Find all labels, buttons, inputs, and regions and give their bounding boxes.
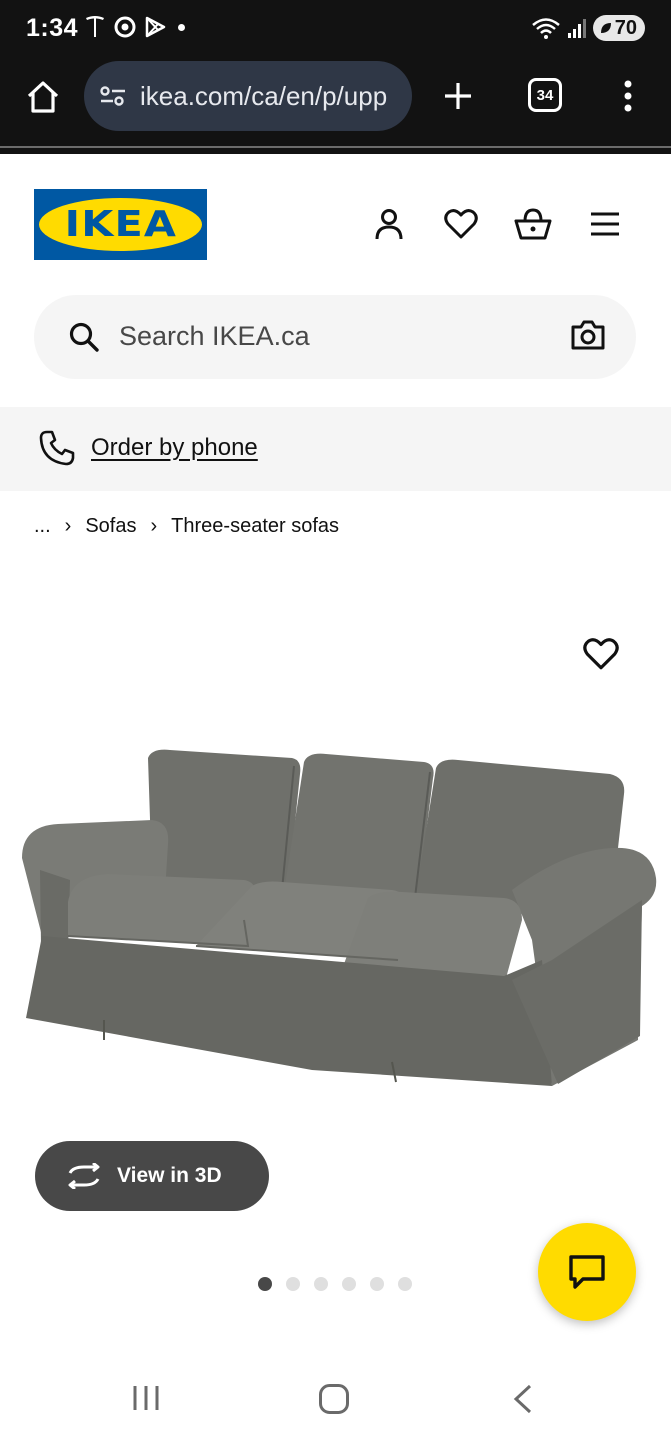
breadcrumb-item-sofas[interactable]: Sofas bbox=[85, 515, 136, 538]
new-tab-button[interactable] bbox=[438, 76, 478, 116]
order-by-phone-banner: Order by phone bbox=[0, 407, 671, 491]
carousel-dot[interactable] bbox=[398, 1277, 412, 1291]
carousel-dot[interactable] bbox=[370, 1277, 384, 1291]
carousel-dot[interactable] bbox=[342, 1277, 356, 1291]
logo-text: IKEA bbox=[64, 204, 177, 245]
address-bar[interactable]: ikea.com/ca/en/p/upp bbox=[84, 61, 412, 131]
order-by-phone-link[interactable]: Order by phone bbox=[91, 434, 258, 462]
account-button[interactable] bbox=[370, 205, 408, 243]
home-icon bbox=[27, 81, 59, 113]
phone-icon bbox=[39, 430, 75, 466]
recent-apps-icon[interactable] bbox=[131, 1384, 163, 1412]
more-notifications-dot bbox=[178, 23, 185, 31]
wifi-icon bbox=[531, 18, 560, 39]
back-nav-icon[interactable] bbox=[510, 1384, 536, 1414]
browser-menu-button[interactable] bbox=[612, 76, 644, 116]
ikea-logo[interactable]: IKEA bbox=[34, 189, 207, 260]
status-time: 1:34 bbox=[26, 14, 79, 42]
tab-switcher-button[interactable]: 34 bbox=[528, 78, 562, 112]
rotate-3d-icon bbox=[68, 1163, 100, 1189]
chrome-icon bbox=[114, 16, 136, 38]
header-actions bbox=[370, 205, 624, 243]
battery-level: 70 bbox=[614, 16, 637, 39]
shopping-basket-icon bbox=[514, 208, 552, 240]
logo-oval: IKEA bbox=[39, 198, 202, 251]
hamburger-menu-icon bbox=[591, 212, 619, 236]
browser-home-button[interactable] bbox=[22, 76, 64, 118]
browser-toolbar: ikea.com/ca/en/p/upp 34 bbox=[0, 58, 671, 146]
main-menu-button[interactable] bbox=[586, 205, 624, 243]
more-vert-icon bbox=[624, 80, 632, 112]
wishlist-button[interactable] bbox=[442, 205, 480, 243]
view-in-3d-label: View in 3D bbox=[117, 1164, 222, 1187]
save-to-favourites-icon[interactable] bbox=[583, 637, 619, 671]
camera-search-icon[interactable] bbox=[570, 319, 606, 351]
signal-icon bbox=[567, 19, 586, 38]
carousel-dot[interactable] bbox=[258, 1277, 272, 1291]
product-image-sofa bbox=[22, 749, 657, 1086]
home-nav-icon[interactable] bbox=[318, 1383, 350, 1415]
search-input[interactable]: Search IKEA.ca bbox=[34, 295, 636, 379]
carousel-dot[interactable] bbox=[314, 1277, 328, 1291]
image-carousel-indicator bbox=[258, 1277, 412, 1291]
url-text[interactable]: ikea.com/ca/en/p/upp bbox=[140, 81, 387, 112]
search-placeholder: Search IKEA.ca bbox=[119, 321, 310, 351]
carousel-dot[interactable] bbox=[286, 1277, 300, 1291]
wishlist-heart-icon bbox=[444, 209, 478, 239]
basket-button[interactable] bbox=[514, 205, 552, 243]
breadcrumb-ellipsis[interactable]: ... bbox=[34, 515, 51, 538]
play-store-icon bbox=[145, 16, 166, 38]
notification-icons bbox=[84, 15, 185, 39]
status-bar: 1:34 70 bbox=[0, 0, 671, 58]
search-icon bbox=[69, 322, 99, 352]
account-icon bbox=[375, 209, 403, 240]
chat-bubble-icon bbox=[569, 1255, 605, 1289]
tesla-icon bbox=[86, 16, 104, 37]
chevron-right-icon: › bbox=[64, 515, 72, 537]
battery-indicator: 70 bbox=[592, 15, 645, 41]
breadcrumb: ... › Sofas › Three-seater sofas bbox=[34, 515, 339, 538]
page-top-border bbox=[0, 148, 671, 154]
chat-button[interactable] bbox=[538, 1223, 636, 1321]
breadcrumb-item-three-seater-sofas[interactable]: Three-seater sofas bbox=[171, 515, 339, 538]
site-settings-icon[interactable] bbox=[98, 81, 128, 111]
view-in-3d-button[interactable]: View in 3D bbox=[35, 1141, 269, 1211]
system-navigation-bar bbox=[0, 1360, 671, 1440]
chevron-right-icon: › bbox=[150, 515, 158, 537]
plus-icon bbox=[445, 83, 471, 109]
system-status: 70 bbox=[531, 15, 645, 41]
battery-saver-leaf-icon bbox=[600, 23, 611, 33]
